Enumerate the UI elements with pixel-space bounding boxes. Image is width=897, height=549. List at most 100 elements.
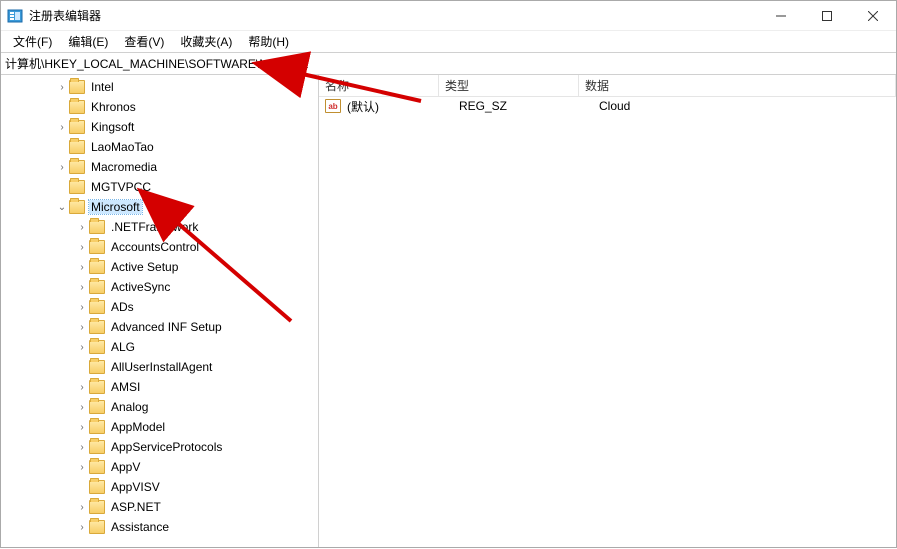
- tree-item[interactable]: › .NETFramework: [1, 217, 318, 237]
- value-data: Cloud: [597, 99, 896, 113]
- value-type: REG_SZ: [457, 99, 597, 113]
- chevron-right-icon[interactable]: ›: [75, 322, 89, 333]
- folder-icon: [69, 120, 85, 134]
- tree-item[interactable]: ›Assistance: [1, 517, 318, 537]
- tree-item-label: Analog: [109, 400, 150, 414]
- chevron-right-icon[interactable]: ›: [75, 402, 89, 413]
- tree-item[interactable]: › ActiveSync: [1, 277, 318, 297]
- tree-item[interactable]: › Active Setup: [1, 257, 318, 277]
- tree-item[interactable]: ⌄Microsoft: [1, 197, 318, 217]
- values-pane[interactable]: 名称 类型 数据 ab (默认)REG_SZCloud: [319, 75, 896, 547]
- tree-item-label: ASP.NET: [109, 500, 163, 514]
- tree-item-label: Kingsoft: [89, 120, 136, 134]
- value-name: (默认): [345, 98, 457, 115]
- col-data[interactable]: 数据: [579, 75, 896, 96]
- main-split: ›Intel·Khronos›Kingsoft·LaoMaoTao›Macrom…: [1, 75, 896, 547]
- tree-item-label: Active Setup: [109, 260, 180, 274]
- folder-icon: [89, 340, 105, 354]
- folder-icon: [89, 500, 105, 514]
- tree-item-label: AMSI: [109, 380, 142, 394]
- value-row[interactable]: ab (默认)REG_SZCloud: [319, 97, 896, 115]
- folder-icon: [89, 420, 105, 434]
- chevron-right-icon[interactable]: ›: [55, 162, 69, 173]
- tree-item[interactable]: ›ADs: [1, 297, 318, 317]
- tree-item[interactable]: › Intel: [1, 77, 318, 97]
- tree-item[interactable]: ·LaoMaoTao: [1, 137, 318, 157]
- menu-view[interactable]: 查看(V): [116, 31, 172, 52]
- tree-item[interactable]: › Advanced INF Setup: [1, 317, 318, 337]
- folder-icon: [69, 80, 85, 94]
- chevron-right-icon[interactable]: ›: [75, 342, 89, 353]
- col-type[interactable]: 类型: [439, 75, 579, 96]
- folder-icon: [89, 520, 105, 534]
- maximize-button[interactable]: [804, 1, 850, 30]
- tree-item[interactable]: › Analog: [1, 397, 318, 417]
- chevron-right-icon[interactable]: ›: [75, 242, 89, 253]
- folder-icon: [89, 380, 105, 394]
- chevron-right-icon[interactable]: ›: [75, 462, 89, 473]
- tree-item[interactable]: › Kingsoft: [1, 117, 318, 137]
- tree-item[interactable]: › AMSI: [1, 377, 318, 397]
- tree-item-label: Intel: [89, 80, 116, 94]
- chevron-down-icon[interactable]: ⌄: [55, 202, 69, 213]
- folder-icon: [89, 460, 105, 474]
- folder-icon: [69, 160, 85, 174]
- chevron-right-icon[interactable]: ›: [75, 502, 89, 513]
- tree-item[interactable]: ·MGTVPCC: [1, 177, 318, 197]
- tree-item-label: AppServiceProtocols: [109, 440, 224, 454]
- tree-item[interactable]: · Khronos: [1, 97, 318, 117]
- window-controls: [758, 1, 896, 30]
- tree-item[interactable]: › ASP.NET: [1, 497, 318, 517]
- tree-item-label: LaoMaoTao: [89, 140, 156, 154]
- tree-item-label: AccountsControl: [109, 240, 201, 254]
- address-input[interactable]: [5, 57, 892, 71]
- titlebar: 注册表编辑器: [1, 1, 896, 31]
- col-name[interactable]: 名称: [319, 75, 439, 96]
- chevron-right-icon[interactable]: ›: [55, 122, 69, 133]
- values-header: 名称 类型 数据: [319, 75, 896, 97]
- tree-item-label: AppModel: [109, 420, 167, 434]
- chevron-right-icon[interactable]: ›: [55, 82, 69, 93]
- tree-item[interactable]: ›Macromedia: [1, 157, 318, 177]
- tree-item[interactable]: › AppV: [1, 457, 318, 477]
- menu-favorites[interactable]: 收藏夹(A): [172, 31, 240, 52]
- chevron-right-icon[interactable]: ›: [75, 382, 89, 393]
- chevron-right-icon[interactable]: ›: [75, 262, 89, 273]
- tree-item-label: MGTVPCC: [89, 180, 153, 194]
- chevron-right-icon[interactable]: ›: [75, 442, 89, 453]
- string-value-icon: ab: [325, 99, 341, 113]
- tree-item-label: .NETFramework: [109, 220, 200, 234]
- chevron-right-icon: ·: [55, 102, 69, 113]
- tree-item[interactable]: ›ALG: [1, 337, 318, 357]
- tree-item[interactable]: › AppServiceProtocols: [1, 437, 318, 457]
- minimize-button[interactable]: [758, 1, 804, 30]
- tree-item[interactable]: › AppModel: [1, 417, 318, 437]
- tree-item[interactable]: ·AppVISV: [1, 477, 318, 497]
- folder-icon: [89, 360, 105, 374]
- tree-item-label: ActiveSync: [109, 280, 172, 294]
- tree-item[interactable]: · AllUserInstallAgent: [1, 357, 318, 377]
- folder-icon: [69, 200, 85, 214]
- tree-item-label: AllUserInstallAgent: [109, 360, 214, 374]
- window-title: 注册表编辑器: [29, 7, 758, 24]
- chevron-right-icon: ·: [75, 482, 89, 493]
- tree-item-label: AppV: [109, 460, 142, 474]
- tree-item[interactable]: › AccountsControl: [1, 237, 318, 257]
- menu-help[interactable]: 帮助(H): [240, 31, 297, 52]
- address-bar: [1, 53, 896, 75]
- chevron-right-icon[interactable]: ›: [75, 522, 89, 533]
- folder-icon: [89, 260, 105, 274]
- chevron-right-icon[interactable]: ›: [75, 422, 89, 433]
- tree-item-label: Khronos: [89, 100, 138, 114]
- chevron-right-icon[interactable]: ›: [75, 222, 89, 233]
- tree-pane[interactable]: ›Intel·Khronos›Kingsoft·LaoMaoTao›Macrom…: [1, 75, 319, 547]
- folder-icon: [89, 300, 105, 314]
- close-button[interactable]: [850, 1, 896, 30]
- menu-file[interactable]: 文件(F): [5, 31, 60, 52]
- menu-edit[interactable]: 编辑(E): [60, 31, 116, 52]
- folder-icon: [89, 400, 105, 414]
- chevron-right-icon[interactable]: ›: [75, 282, 89, 293]
- tree-item-label: Advanced INF Setup: [109, 320, 224, 334]
- chevron-right-icon[interactable]: ›: [75, 302, 89, 313]
- chevron-right-icon: ·: [75, 362, 89, 373]
